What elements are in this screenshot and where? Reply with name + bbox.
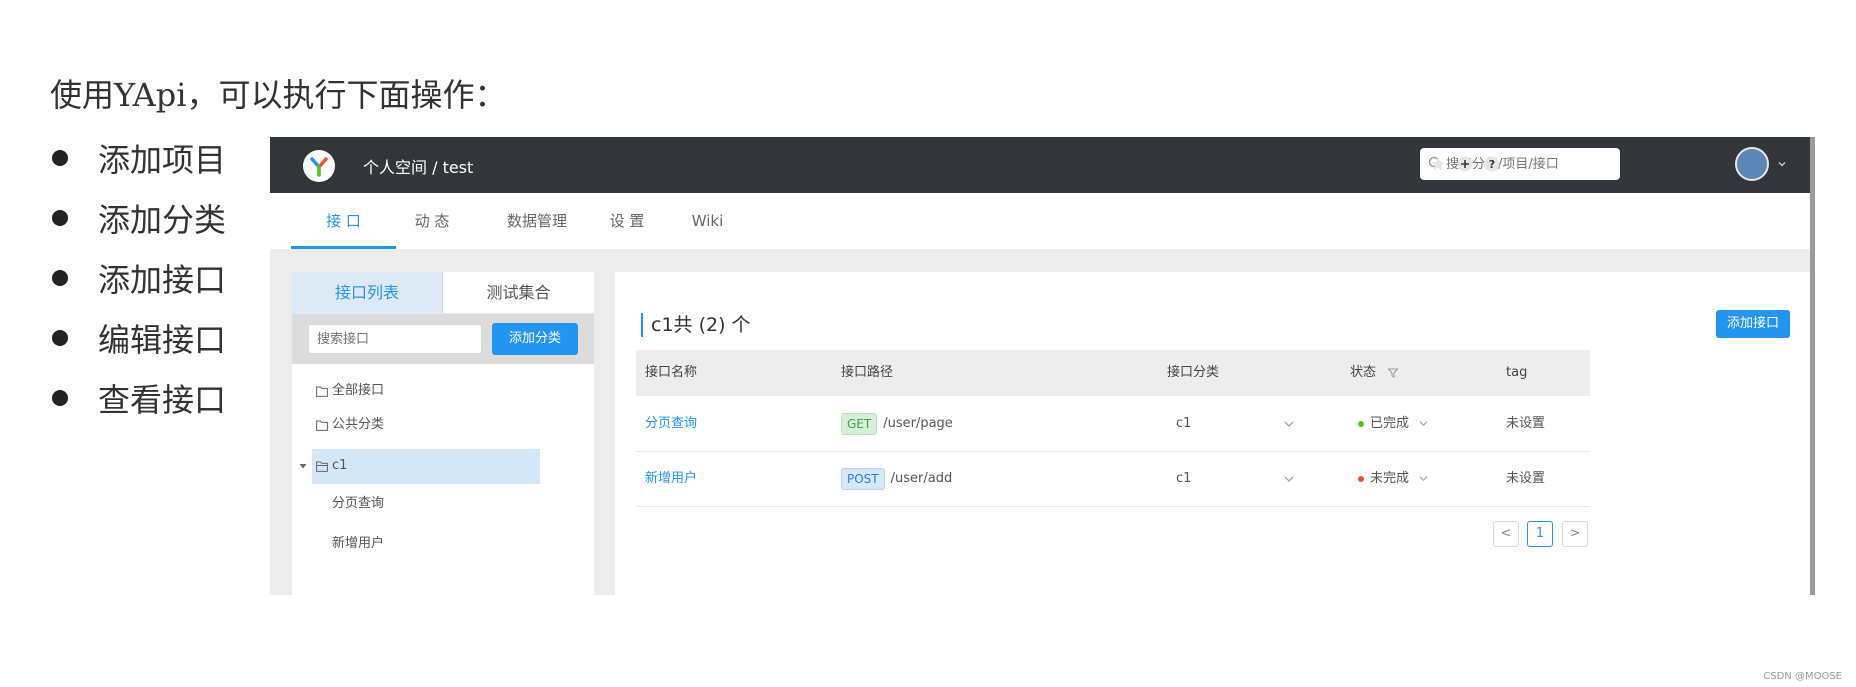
add-api-button[interactable]: 添加接口	[1716, 310, 1790, 338]
bullet-dot	[52, 270, 68, 286]
table-row: 分页查询 GET/user/page c1 已完成 未设置	[636, 396, 1590, 452]
tab-settings[interactable]: 设 置	[587, 193, 667, 249]
tree-item-all[interactable]: 全部接口	[316, 374, 384, 408]
bullet-dot	[52, 330, 68, 346]
caret-down-icon[interactable]	[299, 462, 307, 470]
tree-item-api[interactable]: 分页查询	[332, 487, 384, 521]
bullet-dot	[52, 390, 68, 406]
list-item-label: 添加项目	[98, 141, 227, 179]
chevron-down-icon	[1419, 476, 1428, 481]
project-nav: 接 口 动 态 数据管理 设 置 Wiki	[270, 193, 1815, 249]
api-search-input[interactable]	[308, 324, 482, 354]
api-path-text: /user/add	[890, 471, 953, 486]
tab-activity[interactable]: 动 态	[392, 193, 472, 249]
status-dot	[1358, 475, 1364, 482]
avatar[interactable]	[1735, 147, 1769, 181]
column-header: 接口路径	[841, 365, 894, 380]
method-badge: POST	[841, 467, 885, 490]
intro-text: 使用YApi，可以执行下面操作：	[50, 76, 507, 114]
table-row: 新增用户 POST/user/add c1 未完成 未设置	[636, 451, 1590, 507]
pagination-page-button[interactable]: 1	[1527, 521, 1553, 547]
star-icon[interactable]	[1430, 156, 1446, 172]
filter-icon[interactable]	[1387, 368, 1399, 378]
folder-icon	[316, 386, 328, 397]
tree-item-public[interactable]: 公共分类	[316, 408, 384, 442]
tree-item-label: 公共分类	[332, 417, 385, 432]
bullet-dot	[52, 210, 68, 226]
column-header-label: 状态	[1350, 365, 1377, 380]
api-list-panel: c1共 (2) 个 添加接口 接口名称 接口路径 接口分类 状态 tag 分页查…	[615, 272, 1813, 595]
api-name-link[interactable]: 新增用户	[645, 451, 697, 506]
folder-open-icon	[316, 461, 328, 472]
api-path-text: /user/page	[883, 416, 953, 431]
category-select[interactable]: c1	[1176, 396, 1191, 451]
column-header: 接口名称	[645, 365, 698, 380]
list-item-label: 查看接口	[98, 381, 227, 419]
status-dot	[1358, 420, 1364, 427]
tree-item-label: c1	[332, 458, 348, 473]
feature-list: 添加项目 添加分类 添加接口 编辑接口 查看接口	[50, 128, 226, 428]
column-header: 状态	[1350, 350, 1399, 396]
svg-text:?: ?	[1489, 158, 1495, 171]
status-text: 未完成	[1370, 471, 1410, 486]
add-category-button[interactable]: 添加分类	[492, 323, 578, 355]
category-title: c1共 (2) 个	[641, 313, 751, 337]
tab-api[interactable]: 接 口	[291, 193, 396, 249]
plus-circle-icon[interactable]	[1457, 156, 1473, 172]
sidebar: 接口列表 测试集合 添加分类 全部接口 公共分类 c1 分页查询 新增用户	[292, 272, 594, 595]
yapi-logo-icon[interactable]	[303, 150, 335, 182]
status-select[interactable]: 已完成	[1358, 396, 1428, 451]
tree-item-c1[interactable]: c1	[316, 449, 347, 483]
list-item: 添加项目	[50, 128, 226, 188]
watermark: CSDN @MOOSE	[1763, 671, 1842, 682]
tree-item-api[interactable]: 新增用户	[332, 527, 384, 561]
status-text: 已完成	[1370, 416, 1410, 431]
yapi-screenshot: 个人空间 / test ? 接 口 动 态 数据管理 设 置 Wiki	[270, 137, 1815, 595]
chevron-down-icon[interactable]	[1284, 475, 1294, 483]
tab-wiki[interactable]: Wiki	[670, 193, 745, 249]
sidebar-search-row: 添加分类	[292, 314, 594, 364]
tab-api-list[interactable]: 接口列表	[292, 272, 442, 314]
help-icon[interactable]: ?	[1484, 156, 1500, 172]
tag-text: 未设置	[1506, 471, 1546, 486]
method-badge: GET	[841, 412, 878, 435]
screenshot-edge	[1810, 137, 1815, 595]
column-header: tag	[1506, 365, 1528, 380]
list-item: 添加分类	[50, 188, 226, 248]
list-item: 添加接口	[50, 248, 226, 308]
top-bar: 个人空间 / test ?	[270, 137, 1815, 193]
status-select[interactable]: 未完成	[1358, 451, 1428, 506]
bullet-dot	[52, 150, 68, 166]
table-header: 接口名称 接口路径 接口分类 状态 tag	[636, 350, 1590, 396]
list-item-label: 添加接口	[98, 261, 227, 299]
pagination-next-button[interactable]: >	[1562, 521, 1588, 547]
list-item: 查看接口	[50, 368, 226, 428]
global-search[interactable]	[1420, 148, 1620, 180]
tree-item-label: 全部接口	[332, 383, 385, 398]
active-tab-indicator	[291, 246, 396, 249]
tab-data-management[interactable]: 数据管理	[482, 193, 592, 249]
pagination-prev-button[interactable]: <	[1493, 521, 1519, 547]
chevron-down-icon[interactable]	[1777, 159, 1787, 169]
list-item: 编辑接口	[50, 308, 226, 368]
chevron-down-icon	[1419, 421, 1428, 426]
api-path: GET/user/page	[841, 396, 953, 451]
chevron-down-icon[interactable]	[1284, 420, 1294, 428]
tab-test-collection[interactable]: 测试集合	[442, 272, 594, 314]
column-header: 接口分类	[1167, 365, 1220, 380]
category-select[interactable]: c1	[1176, 451, 1191, 506]
sidebar-tabs: 接口列表 测试集合	[292, 272, 594, 314]
breadcrumb[interactable]: 个人空间 / test	[363, 154, 473, 178]
list-item-label: 添加分类	[98, 201, 227, 239]
api-path: POST/user/add	[841, 451, 952, 506]
list-item-label: 编辑接口	[98, 321, 227, 359]
tag-text: 未设置	[1506, 416, 1546, 431]
api-name-link[interactable]: 分页查询	[645, 396, 697, 451]
folder-icon	[316, 420, 328, 431]
